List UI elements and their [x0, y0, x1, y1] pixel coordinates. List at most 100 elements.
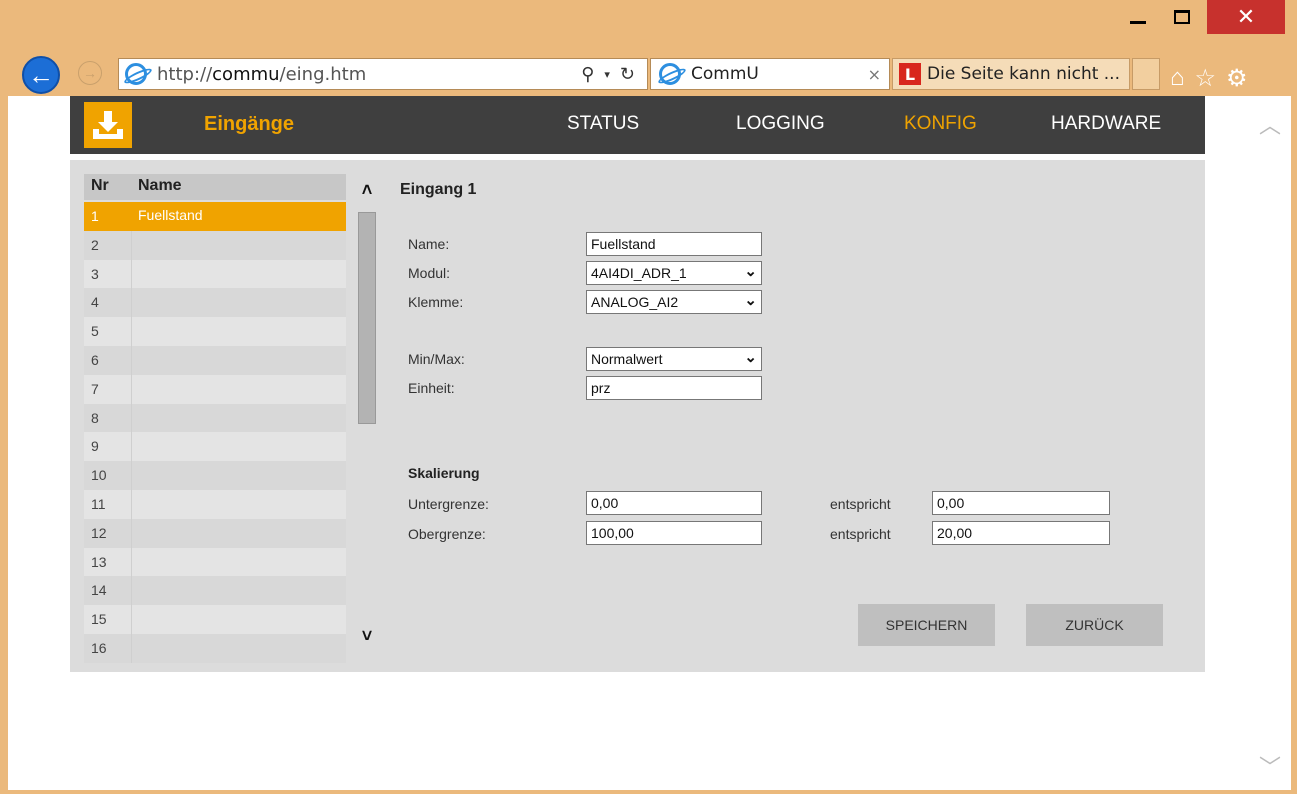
minimize-button[interactable] [1118, 0, 1158, 34]
new-tab-button[interactable] [1132, 58, 1160, 90]
save-button[interactable]: SPEICHERN [858, 604, 995, 646]
list-item-nr: 7 [91, 380, 99, 397]
tab-commu[interactable]: CommU × [650, 58, 890, 90]
scroll-up-icon[interactable]: ︿ [1258, 108, 1282, 138]
home-icon[interactable]: ⌂ [1170, 64, 1185, 93]
list-item-nr: 11 [91, 496, 106, 512]
list-item[interactable]: 13 [84, 547, 346, 577]
column-header-nr: Nr [91, 177, 109, 194]
column-divider [131, 288, 132, 318]
list-item[interactable]: 3 [84, 259, 346, 289]
maximize-icon [1174, 10, 1190, 24]
list-item[interactable]: 16 [84, 634, 346, 663]
column-divider [131, 605, 132, 634]
klemme-label: Klemme: [408, 294, 464, 310]
modul-value: 4AI4DI_ADR_1 [591, 265, 687, 281]
modul-select[interactable]: 4AI4DI_ADR_1 ⌄ [586, 261, 762, 285]
list-item[interactable]: 8 [84, 403, 346, 433]
gear-icon[interactable]: ⚙ [1226, 64, 1248, 93]
column-divider [131, 634, 132, 663]
einheit-label: Einheit: [408, 380, 455, 396]
arrow-right-icon: → [83, 65, 97, 81]
nav-hardware[interactable]: HARDWARE [1051, 113, 1161, 135]
obergrenze-entspricht-field[interactable]: 20,00 [932, 521, 1110, 545]
list-item[interactable]: 14 [84, 576, 346, 606]
ie-logo-icon [125, 63, 147, 85]
minmax-label: Min/Max: [408, 351, 465, 367]
star-icon[interactable]: ☆ [1195, 64, 1217, 93]
list-item-nr: 3 [91, 265, 99, 282]
klemme-select[interactable]: ANALOG_AI2 ⌄ [586, 290, 762, 314]
dropdown-chevron-icon[interactable]: ▾ [604, 68, 610, 81]
list-item-nr: 5 [91, 323, 99, 340]
list-item[interactable]: 6 [84, 346, 346, 375]
column-divider [131, 374, 132, 404]
tab-title: Die Seite kann nicht ... [927, 64, 1120, 84]
list-item[interactable]: 15 [84, 605, 346, 634]
nav-konfig[interactable]: KONFIG [904, 113, 977, 135]
forward-button[interactable]: → [78, 61, 102, 85]
column-header-name: Name [138, 177, 182, 194]
tab-close-icon[interactable]: × [868, 65, 881, 84]
close-window-button[interactable]: ✕ [1207, 0, 1285, 34]
list-item[interactable]: 2 [84, 230, 346, 260]
list-item[interactable]: 12 [84, 518, 346, 548]
scroll-down-icon[interactable]: ﹀ [1258, 750, 1282, 780]
ie-logo-icon [659, 63, 681, 85]
column-divider [131, 230, 132, 260]
scroll-up-icon[interactable]: ˄ [358, 180, 376, 201]
list-item[interactable]: 5 [84, 317, 346, 346]
tab-error-page[interactable]: L Die Seite kann nicht ... [892, 58, 1130, 90]
column-divider [131, 490, 132, 519]
einheit-field[interactable]: prz [586, 376, 762, 400]
list-item[interactable]: 4 [84, 288, 346, 318]
untergrenze-label: Untergrenze: [408, 496, 489, 512]
search-icon[interactable]: ⚲ [581, 64, 594, 85]
modul-label: Modul: [408, 265, 451, 281]
back-button[interactable]: ← [22, 56, 60, 94]
list-item[interactable]: 10 [84, 461, 346, 490]
list-header: Nr Name [84, 174, 346, 200]
chevron-down-icon: ⌄ [744, 292, 757, 309]
list-item[interactable]: 9 [84, 432, 346, 462]
scroll-thumb[interactable] [358, 212, 376, 424]
nav-logging[interactable]: LOGGING [736, 113, 825, 135]
obergrenze-field[interactable]: 100,00 [586, 521, 762, 545]
column-divider [131, 432, 132, 462]
arrow-left-icon: ← [28, 59, 54, 90]
skalierung-heading: Skalierung [408, 465, 480, 481]
browser-toolbar: ← → http://commu/eing.htm ⚲ ▾ ↻ CommU × … [0, 52, 1297, 96]
back-button-form[interactable]: ZURÜCK [1026, 604, 1163, 646]
name-label: Name: [408, 236, 450, 252]
nav-status[interactable]: STATUS [567, 113, 639, 135]
list-item-nr: 6 [91, 352, 99, 368]
window-titlebar: ✕ [0, 0, 1297, 52]
column-divider [131, 259, 132, 289]
untergrenze-entspricht-field[interactable]: 0,00 [932, 491, 1110, 515]
column-divider [131, 576, 132, 606]
page-viewport: Eingänge STATUS LOGGING KONFIG HARDWARE … [8, 96, 1291, 790]
list-item-nr: 2 [91, 236, 99, 253]
address-bar[interactable]: http://commu/eing.htm ⚲ ▾ ↻ [118, 58, 648, 90]
list-item-nr: 8 [91, 409, 99, 426]
scroll-down-icon[interactable]: ˅ [358, 626, 376, 647]
list-scrollbar[interactable]: ˄ ˅ [356, 174, 378, 656]
minmax-select[interactable]: Normalwert ⌄ [586, 347, 762, 371]
refresh-icon[interactable]: ↻ [620, 64, 635, 85]
list-item-nr: 12 [91, 524, 107, 541]
list-item-nr: 16 [91, 640, 107, 656]
untergrenze-field[interactable]: 0,00 [586, 491, 762, 515]
list-item-nr: 14 [91, 582, 107, 599]
page-scrollbar[interactable]: ︿ ﹀ [1248, 96, 1291, 790]
list-item[interactable]: 1 Fuellstand [84, 202, 346, 231]
entspricht-label-2: entspricht [830, 526, 891, 542]
maximize-button[interactable] [1162, 0, 1202, 34]
url-text: http://commu/eing.htm [157, 63, 367, 85]
klemme-value: ANALOG_AI2 [591, 294, 679, 310]
list-item[interactable]: 7 [84, 374, 346, 404]
list-item-nr: 13 [91, 553, 107, 570]
list-item-nr: 10 [91, 467, 107, 484]
list-item-name: Fuellstand [138, 207, 203, 223]
name-field[interactable]: Fuellstand [586, 232, 762, 256]
list-item[interactable]: 11 [84, 490, 346, 519]
